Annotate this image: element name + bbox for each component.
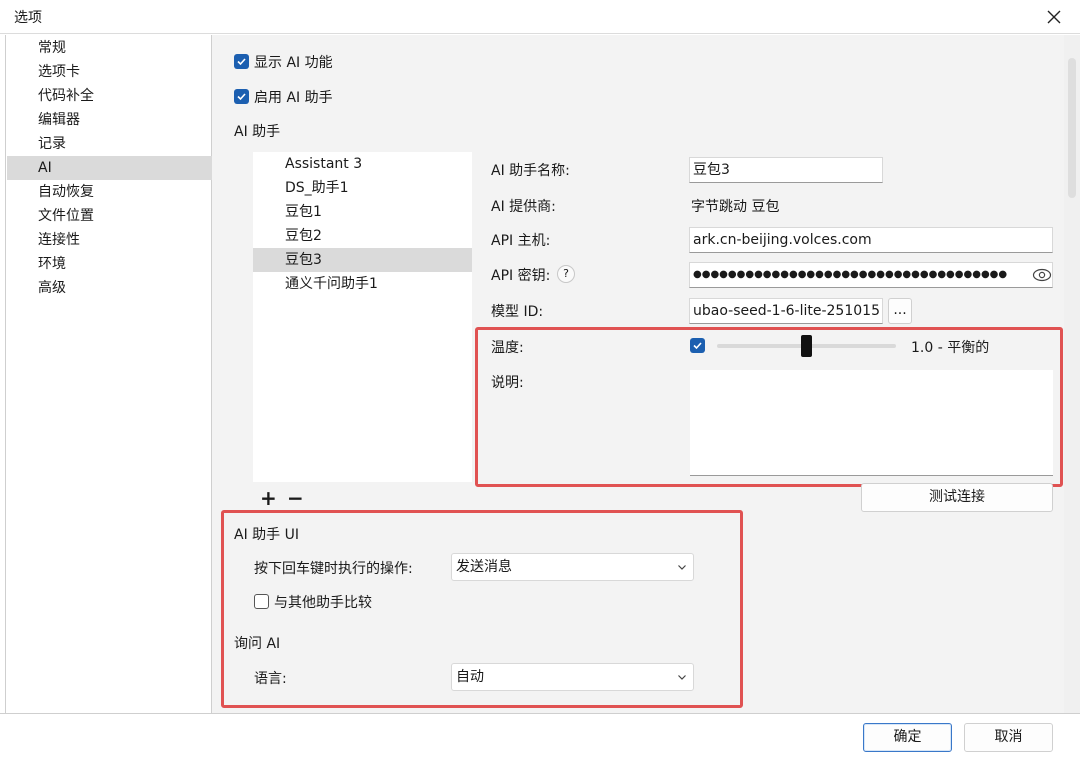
close-button[interactable] [1042,5,1066,29]
show-ai-checkbox[interactable] [234,54,249,69]
model-browse-button[interactable]: ... [888,298,912,324]
scrollbar-thumb[interactable] [1068,58,1076,198]
list-item[interactable]: 通义千问助手1 [253,272,472,296]
options-dialog: 选项 常规 选项卡 代码补全 编辑器 记录 AI 自动恢复 文件位置 连接性 环… [0,0,1080,764]
provider-label: AI 提供商: [491,199,556,215]
dialog-footer: 确定 取消 [0,713,1080,764]
sidebar-item-advanced[interactable]: 高级 [7,276,212,300]
remove-assistant-button[interactable]: − [287,486,304,510]
title-bar: 选项 [0,0,1080,34]
sidebar-item-code-completion[interactable]: 代码补全 [7,84,212,108]
ok-button[interactable]: 确定 [863,723,952,752]
show-ai-label[interactable]: 显示 AI 功能 [254,52,333,72]
provider-value: 字节跳动 豆包 [691,199,780,215]
model-id-input[interactable]: ubao-seed-1-6-lite-251015 [689,298,883,324]
sidebar-item-tabs[interactable]: 选项卡 [7,60,212,84]
sidebar-item-ai[interactable]: AI [7,156,212,180]
sidebar-item-general[interactable]: 常规 [7,36,212,60]
api-key-input[interactable]: ●●●●●●●●●●●●●●●●●●●●●●●●●●●●●●●●●●●● [689,262,1053,288]
sidebar-item-auto-recovery[interactable]: 自动恢复 [7,180,212,204]
enable-assistant-checkbox[interactable] [234,89,249,104]
list-item[interactable]: DS_助手1 [253,176,472,200]
api-host-input[interactable]: ark.cn-beijing.volces.com [689,227,1053,253]
sidebar-item-editor[interactable]: 编辑器 [7,108,212,132]
sidebar-item-connectivity[interactable]: 连接性 [7,228,212,252]
cancel-button[interactable]: 取消 [964,723,1053,752]
assistants-heading: AI 助手 [234,124,281,140]
assistant-name-input[interactable]: 豆包3 [689,157,883,183]
check-icon [237,58,246,66]
assistant-name-label: AI 助手名称: [491,163,570,179]
api-key-label: API 密钥: [491,268,551,284]
check-icon [237,93,246,101]
list-item[interactable]: Assistant 3 [253,152,472,176]
api-key-help-button[interactable]: ? [557,265,575,283]
sidebar-item-environment[interactable]: 环境 [7,252,212,276]
window-title: 选项 [14,10,42,26]
test-connection-button[interactable]: 测试连接 [861,483,1053,512]
list-item[interactable]: 豆包2 [253,224,472,248]
api-host-label: API 主机: [491,233,551,249]
assistant-list[interactable]: Assistant 3 DS_助手1 豆包1 豆包2 豆包3 通义千问助手1 [253,152,472,482]
highlight-box-temperature [475,327,1063,487]
add-assistant-button[interactable]: + [260,486,277,510]
enable-assistant-label[interactable]: 启用 AI 助手 [254,87,333,107]
close-icon[interactable] [1042,5,1066,29]
model-id-label: 模型 ID: [491,304,544,320]
list-item[interactable]: 豆包3 [253,248,472,272]
sidebar-item-file-locations[interactable]: 文件位置 [7,204,212,228]
sidebar-item-logging[interactable]: 记录 [7,132,212,156]
api-key-masked-value: ●●●●●●●●●●●●●●●●●●●●●●●●●●●●●●●●●●●● [693,269,1008,280]
highlight-box-ui-section [221,510,743,708]
eye-icon[interactable] [1032,268,1052,282]
list-item[interactable]: 豆包1 [253,200,472,224]
category-sidebar: 常规 选项卡 代码补全 编辑器 记录 AI 自动恢复 文件位置 连接性 环境 高… [5,35,212,713]
